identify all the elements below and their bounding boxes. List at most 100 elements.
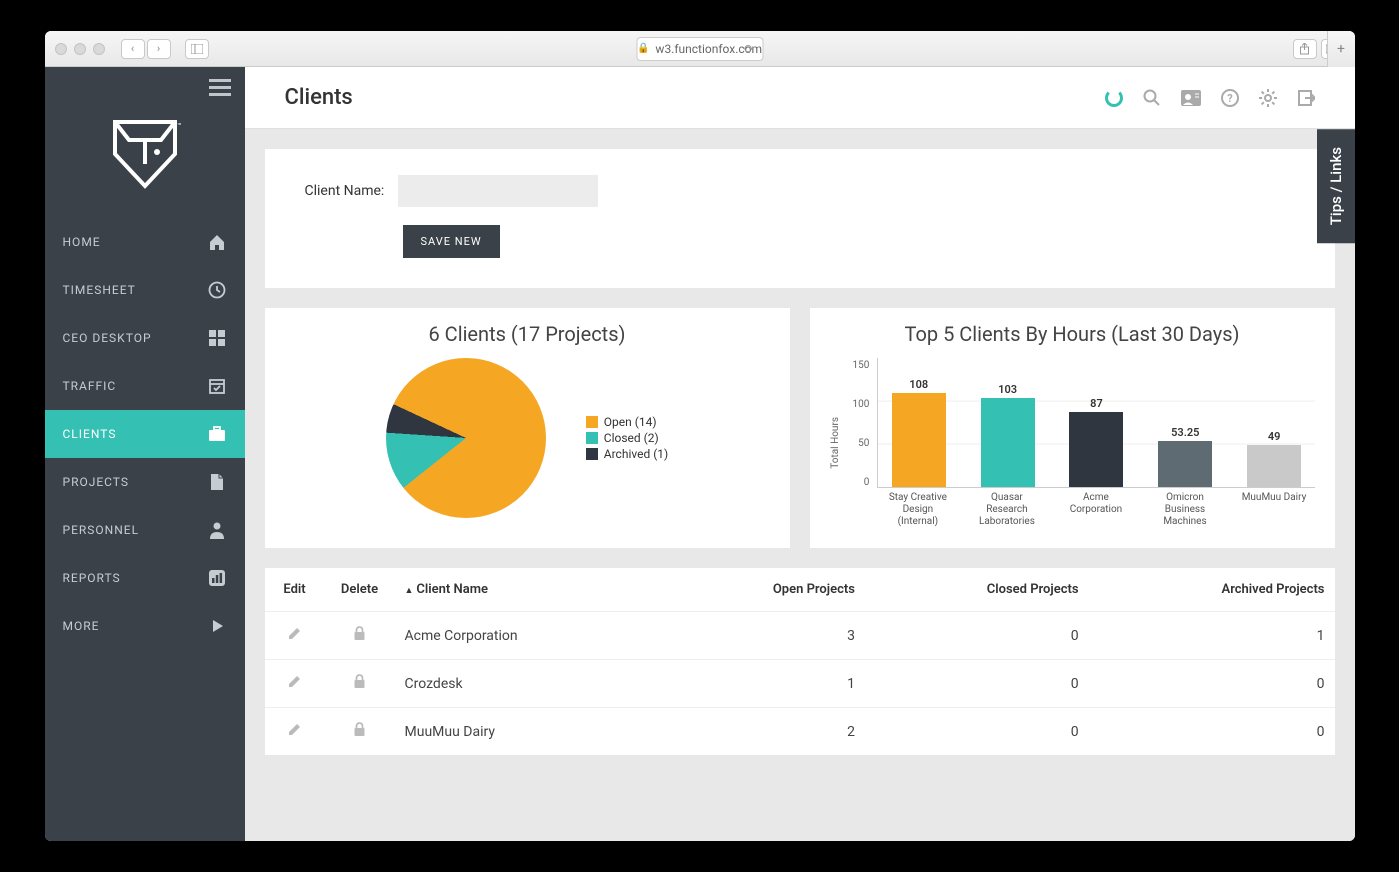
home-icon xyxy=(207,232,227,252)
reload-icon[interactable]: ⟳ xyxy=(744,42,754,56)
bar-xlabel: Quasar Research Laboratories xyxy=(974,492,1039,528)
grid-icon xyxy=(207,328,227,348)
legend-item: Open (14) xyxy=(586,415,668,429)
client-name-input[interactable] xyxy=(398,175,598,207)
sidebar-item-ceo-desktop[interactable]: CEO DESKTOP xyxy=(45,314,245,362)
bar-item: 49 xyxy=(1242,430,1307,487)
client-name-cell: Crozdesk xyxy=(395,660,661,708)
svg-text:™: ™ xyxy=(177,122,181,130)
bar-xlabel: Stay Creative Design (Internal) xyxy=(885,492,950,528)
url-bar[interactable]: 🔒 w3.functionfox.com ⟳ xyxy=(636,37,763,61)
titlebar: ‹ › 🔒 w3.functionfox.com ⟳ + xyxy=(45,31,1355,67)
sidebar-item-label: CEO DESKTOP xyxy=(63,331,152,345)
file-icon xyxy=(207,472,227,492)
bar-xlabel: Omicron Business Machines xyxy=(1152,492,1217,528)
briefcase-icon xyxy=(207,424,227,444)
contact-icon[interactable] xyxy=(1181,90,1201,106)
clients-table: Edit Delete ▲Client Name Open Projects C… xyxy=(265,568,1335,755)
sidebar-item-label: MORE xyxy=(63,619,100,633)
bar-item: 87 xyxy=(1064,397,1129,487)
minimize-dot[interactable] xyxy=(74,43,86,55)
nav-buttons: ‹ › xyxy=(121,39,171,59)
open-cell: 1 xyxy=(661,660,865,708)
sidebar-item-label: PERSONNEL xyxy=(63,523,140,537)
sidebar-item-label: REPORTS xyxy=(63,571,121,585)
lock-icon[interactable] xyxy=(325,612,395,660)
bar-yaxis: 150100500 xyxy=(853,358,870,488)
sidebar-item-home[interactable]: HOME xyxy=(45,218,245,266)
legend-item: Closed (2) xyxy=(586,431,668,445)
sidebar-item-reports[interactable]: REPORTS xyxy=(45,554,245,602)
page-title: Clients xyxy=(285,85,353,110)
sidebar-toggle[interactable] xyxy=(185,39,209,59)
sidebar-item-traffic[interactable]: TRAFFIC xyxy=(45,362,245,410)
main-content: Clients ? Client Name: SAVE NEW xyxy=(245,67,1355,841)
open-cell: 3 xyxy=(661,612,865,660)
th-archived[interactable]: Archived Projects xyxy=(1089,568,1335,612)
closed-cell: 0 xyxy=(865,708,1089,756)
help-icon[interactable]: ? xyxy=(1221,89,1239,107)
svg-text:?: ? xyxy=(1227,92,1233,105)
bar-item: 108 xyxy=(886,378,951,487)
sidebar-item-personnel[interactable]: PERSONNEL xyxy=(45,506,245,554)
client-name-cell: Acme Corporation xyxy=(395,612,661,660)
bar-chart: 108 103 87 53.25 49 xyxy=(877,358,1314,488)
bar-item: 103 xyxy=(975,383,1040,487)
lock-icon[interactable] xyxy=(325,660,395,708)
person-icon xyxy=(207,520,227,540)
topbar: Clients ? xyxy=(245,67,1355,129)
back-button[interactable]: ‹ xyxy=(121,39,145,59)
sidebar-item-label: TIMESHEET xyxy=(63,283,136,297)
sidebar-item-timesheet[interactable]: TIMESHEET xyxy=(45,266,245,314)
client-name-label: Client Name: xyxy=(305,183,385,199)
hamburger-icon[interactable] xyxy=(195,67,245,108)
bar-xlabel: Acme Corporation xyxy=(1063,492,1128,528)
edit-icon[interactable] xyxy=(265,660,325,708)
save-new-button[interactable]: SAVE NEW xyxy=(403,225,500,258)
edit-icon[interactable] xyxy=(265,612,325,660)
th-name[interactable]: ▲Client Name xyxy=(395,568,661,612)
bar-xlabel: MuuMuu Dairy xyxy=(1242,492,1307,528)
logout-icon[interactable] xyxy=(1297,89,1315,107)
bar-xlabels: Stay Creative Design (Internal) Quasar Re… xyxy=(877,488,1314,528)
zoom-dot[interactable] xyxy=(93,43,105,55)
pie-legend: Open (14) Closed (2) Archived (1) xyxy=(586,413,668,463)
close-dot[interactable] xyxy=(55,43,67,55)
gear-icon[interactable] xyxy=(1259,89,1277,107)
sidebar-item-label: HOME xyxy=(63,235,101,249)
browser-window: ‹ › 🔒 w3.functionfox.com ⟳ + xyxy=(45,31,1355,841)
edit-icon[interactable] xyxy=(265,708,325,756)
clock-icon xyxy=(207,280,227,300)
table-row: Crozdesk100 xyxy=(265,660,1335,708)
clients-pie-panel: 6 Clients (17 Projects) Open (14) Closed … xyxy=(265,308,790,548)
th-open[interactable]: Open Projects xyxy=(661,568,865,612)
sidebar-item-more[interactable]: MORE xyxy=(45,602,245,650)
sidebar-item-label: CLIENTS xyxy=(63,427,117,441)
tips-links-tab[interactable]: Tips / Links xyxy=(1317,129,1355,243)
client-name-cell: MuuMuu Dairy xyxy=(395,708,661,756)
table-row: MuuMuu Dairy200 xyxy=(265,708,1335,756)
play-icon xyxy=(207,616,227,636)
pie-title: 6 Clients (17 Projects) xyxy=(285,322,770,346)
closed-cell: 0 xyxy=(865,612,1089,660)
top-clients-bar-panel: Top 5 Clients By Hours (Last 30 Days) To… xyxy=(810,308,1335,548)
loading-spinner-icon xyxy=(1105,89,1123,107)
closed-cell: 0 xyxy=(865,660,1089,708)
th-closed[interactable]: Closed Projects xyxy=(865,568,1089,612)
th-edit: Edit xyxy=(265,568,325,612)
open-cell: 2 xyxy=(661,708,865,756)
sidebar-item-clients[interactable]: CLIENTS xyxy=(45,410,245,458)
bar-item: 53.25 xyxy=(1153,426,1218,487)
archived-cell: 0 xyxy=(1089,660,1335,708)
lock-icon[interactable] xyxy=(325,708,395,756)
legend-item: Archived (1) xyxy=(586,447,668,461)
share-button[interactable] xyxy=(1293,39,1317,59)
forward-button[interactable]: › xyxy=(147,39,171,59)
barchart-icon xyxy=(207,568,227,588)
sidebar-item-projects[interactable]: PROJECTS xyxy=(45,458,245,506)
sidebar-item-label: TRAFFIC xyxy=(63,379,117,393)
new-tab-button[interactable]: + xyxy=(1327,31,1355,67)
search-icon[interactable] xyxy=(1143,89,1161,107)
sidebar: ™ HOME TIMESHEET CEO DESKTOP TRAFFIC CLIENTS… xyxy=(45,67,245,841)
bar-ylabel: Total Hours xyxy=(830,417,841,469)
